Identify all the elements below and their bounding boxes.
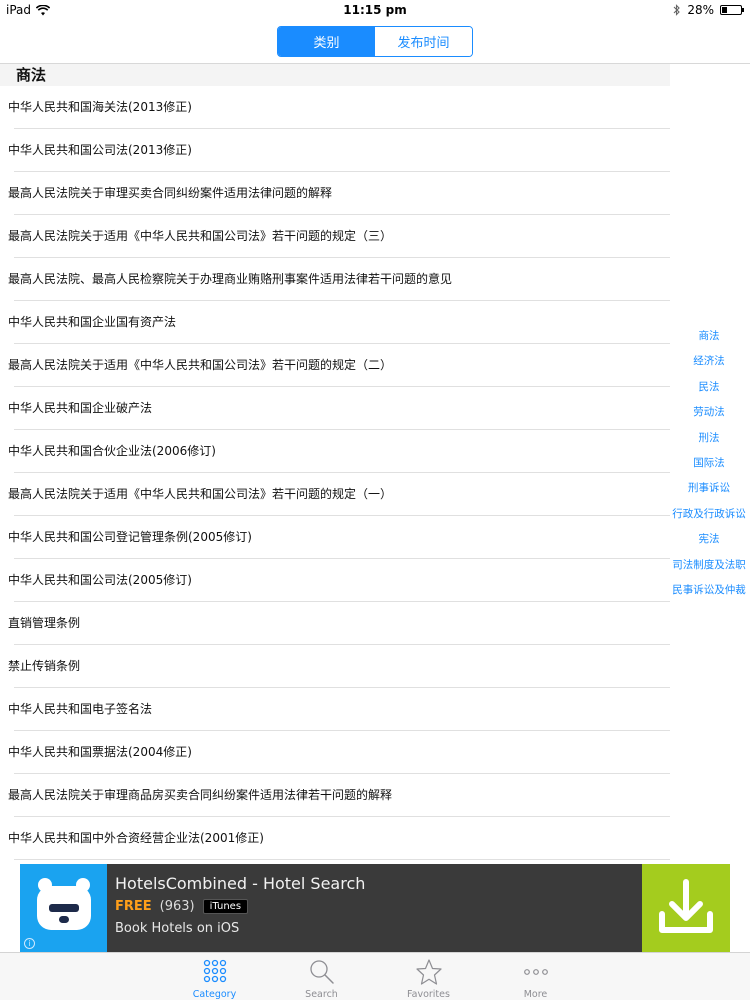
tab-more[interactable]: More (482, 953, 589, 1000)
list-item[interactable]: 中华人民共和国票据法(2004修正) (0, 731, 670, 774)
list-item[interactable]: 直销管理条例 (0, 602, 670, 645)
itunes-badge: iTunes (202, 899, 249, 914)
tab-label: Search (305, 989, 338, 1000)
tab-label: Category (192, 989, 237, 1000)
law-list: 中华人民共和国海关法(2013修正) 中华人民共和国公司法(2013修正) 最高… (0, 86, 670, 860)
list-item[interactable]: 最高人民法院关于适用《中华人民共和国公司法》若干问题的规定（三） (0, 215, 670, 258)
star-icon (415, 959, 442, 985)
ad-subtitle: Book Hotels on iOS (115, 921, 240, 936)
list-item[interactable]: 最高人民法院关于适用《中华人民共和国公司法》若干问题的规定（二） (0, 344, 670, 387)
info-icon[interactable]: i (24, 938, 35, 949)
bear-sunglasses (49, 904, 79, 912)
index-item-criminal-law[interactable]: 刑法 (699, 426, 720, 451)
sort-segmented-control: 类别 发布时间 (277, 26, 473, 57)
more-icon (523, 969, 548, 975)
bluetooth-icon (673, 4, 681, 16)
tab-favorites[interactable]: Favorites (375, 953, 482, 1000)
download-button[interactable] (642, 864, 730, 952)
list-item[interactable]: 中华人民共和国海关法(2013修正) (0, 86, 670, 129)
status-bar: iPad 11:15 pm 28% (0, 0, 750, 20)
grid-icon (203, 959, 226, 983)
list-item[interactable]: 中华人民共和国电子签名法 (0, 688, 670, 731)
list-item[interactable]: 中华人民共和国公司法(2013修正) (0, 129, 670, 172)
list-item[interactable]: 中华人民共和国企业国有资产法 (0, 301, 670, 344)
index-item-judicial-system[interactable]: 司法制度及法职 (672, 553, 746, 578)
ad-banner[interactable]: i HotelsCombined - Hotel Search FREE (96… (20, 864, 730, 952)
index-item-commercial-law[interactable]: 商法 (699, 324, 720, 349)
index-item-civil-procedure[interactable]: 民事诉讼及仲裁 (672, 578, 746, 603)
list-item[interactable]: 禁止传销条例 (0, 645, 670, 688)
index-item-administrative[interactable]: 行政及行政诉讼 (672, 502, 746, 527)
list-item[interactable]: 最高人民法院、最高人民检察院关于办理商业贿赂刑事案件适用法律若干问题的意见 (0, 258, 670, 301)
ad-price: FREE (115, 899, 152, 914)
search-icon (309, 960, 334, 984)
tab-bar: Category Search Favorites More (0, 952, 750, 1000)
bear-nose (59, 916, 69, 923)
list-item[interactable]: 中华人民共和国公司登记管理条例(2005修订) (0, 516, 670, 559)
segment-publish-time[interactable]: 发布时间 (375, 27, 472, 56)
ad-title: HotelsCombined - Hotel Search (115, 874, 366, 893)
index-item-labor-law[interactable]: 劳动法 (693, 400, 725, 425)
tab-category[interactable]: Category (161, 953, 268, 1000)
index-item-economic-law[interactable]: 经济法 (693, 349, 725, 374)
index-item-criminal-procedure[interactable]: 刑事诉讼 (688, 476, 730, 501)
battery-percent: 28% (687, 3, 714, 17)
battery-fill (722, 7, 728, 13)
ad-meta: FREE (963) iTunes (115, 899, 642, 914)
index-item-constitution[interactable]: 宪法 (699, 527, 720, 552)
bear-logo-icon: i (20, 864, 107, 952)
status-time: 11:15 pm (343, 3, 407, 17)
list-item[interactable]: 中华人民共和国公司法(2005修订) (0, 559, 670, 602)
list-item[interactable]: 中华人民共和国中外合资经营企业法(2001修正) (0, 817, 670, 860)
list-item[interactable]: 最高人民法院关于适用《中华人民共和国公司法》若干问题的规定（一） (0, 473, 670, 516)
ad-text: HotelsCombined - Hotel Search FREE (963)… (107, 864, 642, 952)
download-icon (659, 879, 713, 933)
ad-rating-count: (963) (159, 899, 195, 914)
tab-search[interactable]: Search (268, 953, 375, 1000)
segment-category[interactable]: 类别 (278, 27, 375, 56)
index-item-civil-law[interactable]: 民法 (699, 375, 720, 400)
list-item[interactable]: 中华人民共和国企业破产法 (0, 387, 670, 430)
section-header: 商法 (0, 64, 670, 86)
list-item[interactable]: 中华人民共和国合伙企业法(2006修订) (0, 430, 670, 473)
list-item[interactable]: 最高人民法院关于审理商品房买卖合同纠纷案件适用法律若干问题的解释 (0, 774, 670, 817)
tab-label: More (523, 989, 548, 1000)
battery-icon (720, 5, 744, 15)
tab-label: Favorites (407, 989, 450, 1000)
list-item[interactable]: 最高人民法院关于审理买卖合同纠纷案件适用法律问题的解释 (0, 172, 670, 215)
section-index: 商法 经济法 民法 劳动法 刑法 国际法 刑事诉讼 行政及行政诉讼 宪法 司法制… (668, 324, 750, 603)
index-item-international-law[interactable]: 国际法 (693, 451, 725, 476)
